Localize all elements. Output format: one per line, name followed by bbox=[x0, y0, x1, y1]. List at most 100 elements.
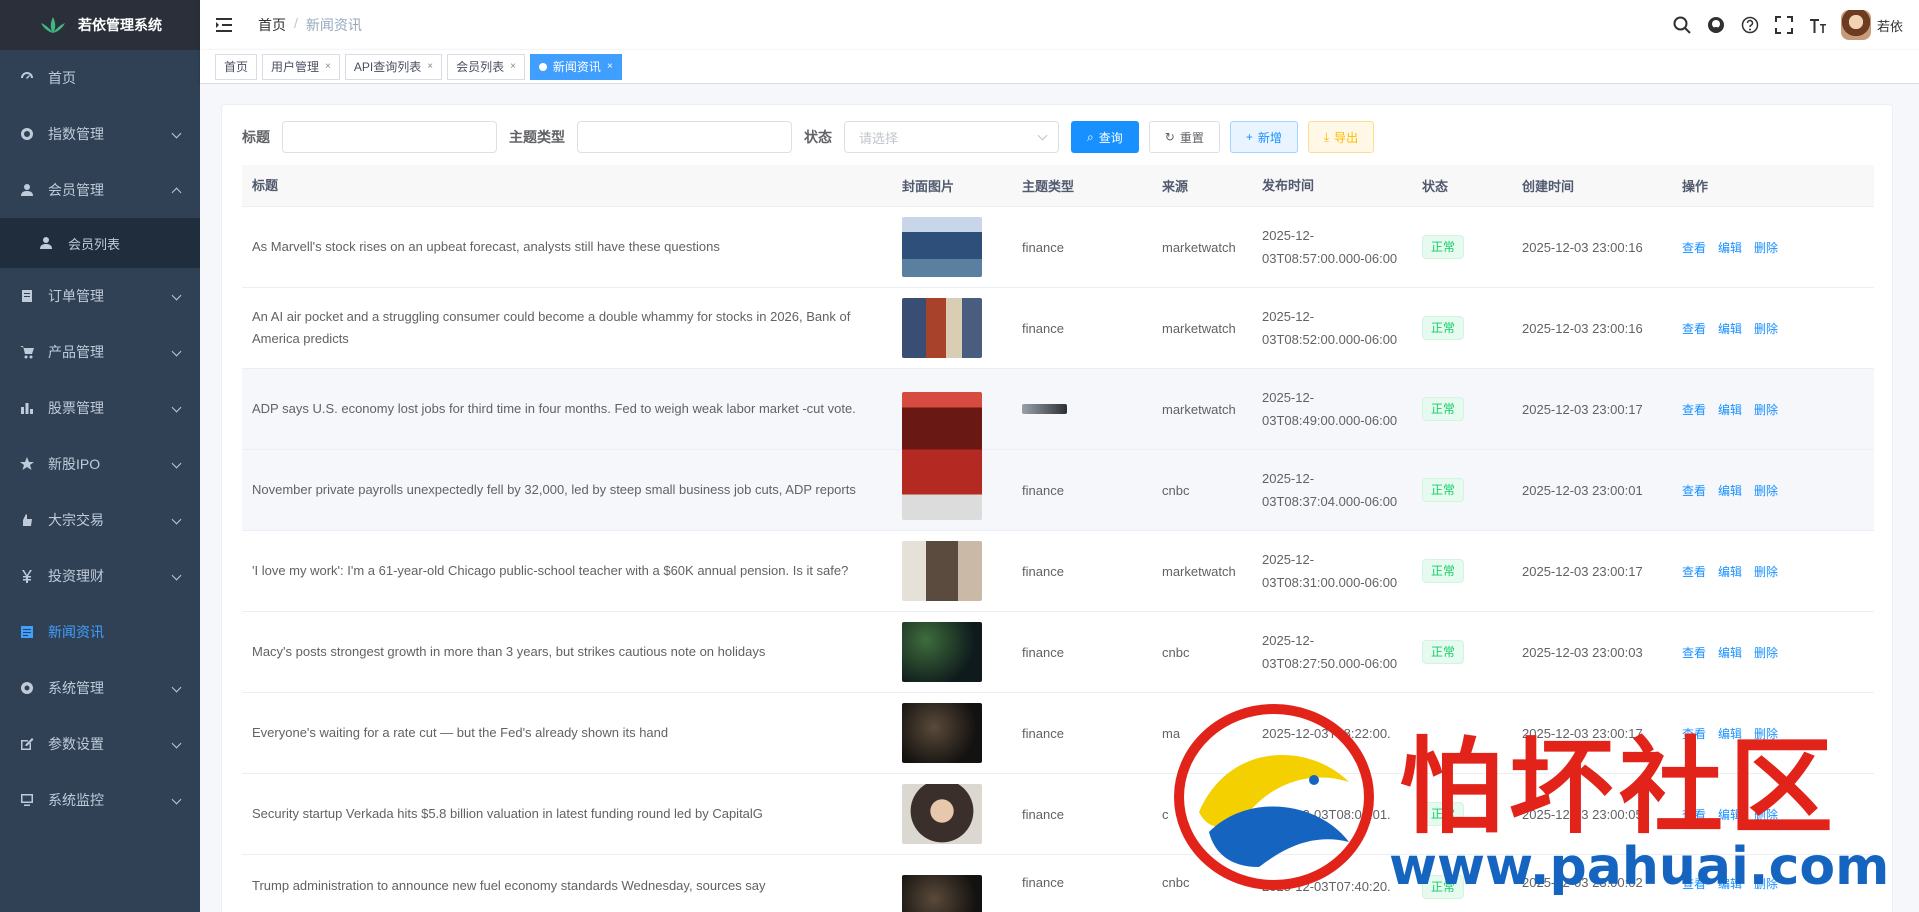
tag-home[interactable]: 首页 bbox=[215, 53, 258, 80]
table-row[interactable]: Macy's posts strongest growth in more th… bbox=[242, 612, 1874, 693]
font-size-icon[interactable] bbox=[1807, 14, 1829, 36]
sidebar-item-member-list[interactable]: 会员列表 bbox=[0, 218, 200, 268]
sidebar-item-investment[interactable]: 投资理财 bbox=[0, 548, 200, 604]
delete-link[interactable]: 删除 bbox=[1754, 320, 1778, 337]
delete-link[interactable]: 删除 bbox=[1754, 563, 1778, 580]
edit-link[interactable]: 编辑 bbox=[1718, 563, 1742, 580]
sidebar-item-label: 首页 bbox=[48, 70, 76, 86]
delete-link[interactable]: 删除 bbox=[1754, 239, 1778, 256]
cover-image[interactable] bbox=[902, 391, 982, 520]
add-button[interactable]: + 新增 bbox=[1229, 121, 1298, 153]
sidebar-item-orders[interactable]: 订单管理 bbox=[0, 268, 200, 324]
status-select[interactable]: 请选择 bbox=[844, 121, 1059, 153]
edit-link[interactable]: 编辑 bbox=[1718, 320, 1742, 337]
sidebar-item-news[interactable]: 新闻资讯 bbox=[0, 604, 200, 660]
status-placeholder: 请选择 bbox=[859, 130, 899, 146]
avatar[interactable] bbox=[1840, 10, 1871, 40]
delete-link[interactable]: 删除 bbox=[1754, 644, 1778, 661]
bar-chart-icon bbox=[20, 401, 34, 415]
status-badge: 正常 bbox=[1422, 397, 1465, 421]
hamburger-icon[interactable] bbox=[216, 15, 236, 35]
chevron-down-icon bbox=[171, 346, 182, 357]
chevron-down-icon bbox=[171, 514, 182, 525]
close-icon[interactable]: × bbox=[427, 55, 433, 79]
row-source: marketwatch bbox=[1162, 401, 1236, 417]
row-pub: 2025-12-03T08:57:00.000-06:00 bbox=[1262, 228, 1398, 266]
type-label: 主题类型 bbox=[509, 129, 565, 145]
cover-image[interactable] bbox=[902, 784, 982, 844]
view-link[interactable]: 查看 bbox=[1682, 401, 1706, 418]
row-created: 2025-12-03 23:00:16 bbox=[1522, 239, 1643, 255]
table-row[interactable]: November private payrolls unexpectedly f… bbox=[242, 450, 1874, 531]
export-button[interactable]: ⤓ 导出 bbox=[1307, 121, 1375, 153]
cover-image[interactable] bbox=[902, 298, 982, 358]
table-row[interactable]: 'I love my work': I'm a 61-year-old Chic… bbox=[242, 531, 1874, 612]
type-input[interactable] bbox=[577, 121, 792, 153]
delete-link[interactable]: 删除 bbox=[1754, 482, 1778, 499]
chevron-down-icon bbox=[171, 290, 182, 301]
row-status: 正常 bbox=[1412, 559, 1512, 583]
sidebar-item-params[interactable]: 参数设置 bbox=[0, 716, 200, 772]
breadcrumb-home[interactable]: 首页 bbox=[258, 15, 286, 35]
header-title[interactable]: 标题 bbox=[242, 175, 892, 197]
title-input[interactable] bbox=[282, 121, 497, 153]
sidebar-item-products[interactable]: 产品管理 bbox=[0, 324, 200, 380]
tag-user-management[interactable]: 用户管理 × bbox=[262, 53, 340, 80]
table-row[interactable]: As Marvell's stock rises on an upbeat fo… bbox=[242, 207, 1874, 288]
sidebar-item-ipo[interactable]: 新股IPO bbox=[0, 436, 200, 492]
row-pub: 2025-12-03T08:49:00.000-06:00 bbox=[1262, 390, 1398, 428]
reset-button[interactable]: ↻ 重置 bbox=[1148, 121, 1220, 153]
sidebar-item-index[interactable]: 指数管理 bbox=[0, 106, 200, 162]
query-button[interactable]: ⌕ 查询 bbox=[1071, 121, 1139, 153]
sidebar-item-label: 系统管理 bbox=[48, 680, 104, 696]
logo[interactable]: 若依管理系统 bbox=[0, 0, 200, 50]
row-title: ADP says U.S. economy lost jobs for thir… bbox=[252, 401, 856, 416]
edit-link[interactable]: 编辑 bbox=[1718, 644, 1742, 661]
view-link[interactable]: 查看 bbox=[1682, 644, 1706, 661]
sidebar-item-stocks[interactable]: 股票管理 bbox=[0, 380, 200, 436]
row-ops: 查看 编辑 删除 bbox=[1672, 563, 1872, 580]
tag-label: API查询列表 bbox=[353, 59, 422, 74]
view-link[interactable]: 查看 bbox=[1682, 482, 1706, 499]
view-link[interactable]: 查看 bbox=[1682, 320, 1706, 337]
tag-api-query-list[interactable]: API查询列表 × bbox=[344, 53, 443, 80]
chevron-down-icon bbox=[171, 738, 182, 749]
breadcrumb-separator: / bbox=[294, 15, 298, 31]
cover-image[interactable] bbox=[902, 703, 982, 763]
row-title: Macy's posts strongest growth in more th… bbox=[252, 644, 766, 659]
sidebar-item-monitor[interactable]: 系统监控 bbox=[0, 772, 200, 828]
edit-link[interactable]: 编辑 bbox=[1718, 401, 1742, 418]
fullscreen-icon[interactable] bbox=[1773, 14, 1795, 36]
tag-news[interactable]: 新闻资讯 × bbox=[529, 53, 622, 80]
close-icon[interactable]: × bbox=[607, 55, 613, 79]
table-row[interactable]: ADP says U.S. economy lost jobs for thir… bbox=[242, 369, 1874, 520]
sidebar-item-block-trade[interactable]: 大宗交易 bbox=[0, 492, 200, 548]
row-type: finance bbox=[1022, 320, 1064, 336]
cover-image[interactable] bbox=[902, 622, 982, 682]
edit-link[interactable]: 编辑 bbox=[1718, 239, 1742, 256]
search-icon: ⌕ bbox=[1087, 129, 1094, 144]
download-icon: ⤓ bbox=[1323, 129, 1330, 144]
search-icon[interactable] bbox=[1671, 14, 1693, 36]
github-icon[interactable] bbox=[1705, 14, 1727, 36]
table-row[interactable]: An AI air pocket and a struggling consum… bbox=[242, 288, 1874, 369]
row-title: Security startup Verkada hits $5.8 billi… bbox=[252, 806, 763, 821]
sidebar-item-system[interactable]: 系统管理 bbox=[0, 660, 200, 716]
edit-link[interactable]: 编辑 bbox=[1718, 482, 1742, 499]
row-type: finance bbox=[1022, 482, 1064, 498]
sidebar-item-home[interactable]: 首页 bbox=[0, 50, 200, 106]
delete-link[interactable]: 删除 bbox=[1754, 401, 1778, 418]
close-icon[interactable]: × bbox=[510, 55, 516, 79]
edit-icon bbox=[20, 737, 34, 751]
cover-image[interactable] bbox=[902, 541, 982, 601]
help-icon[interactable] bbox=[1739, 14, 1761, 36]
tag-member-list[interactable]: 会员列表 × bbox=[447, 53, 525, 80]
sidebar-item-members[interactable]: 会员管理 bbox=[0, 162, 200, 218]
cover-image[interactable] bbox=[902, 217, 982, 277]
close-icon[interactable]: × bbox=[325, 55, 331, 79]
view-link[interactable]: 查看 bbox=[1682, 239, 1706, 256]
username[interactable]: 若依 bbox=[1877, 16, 1903, 35]
chevron-down-icon bbox=[171, 682, 182, 693]
cover-image[interactable] bbox=[902, 875, 982, 912]
view-link[interactable]: 查看 bbox=[1682, 563, 1706, 580]
